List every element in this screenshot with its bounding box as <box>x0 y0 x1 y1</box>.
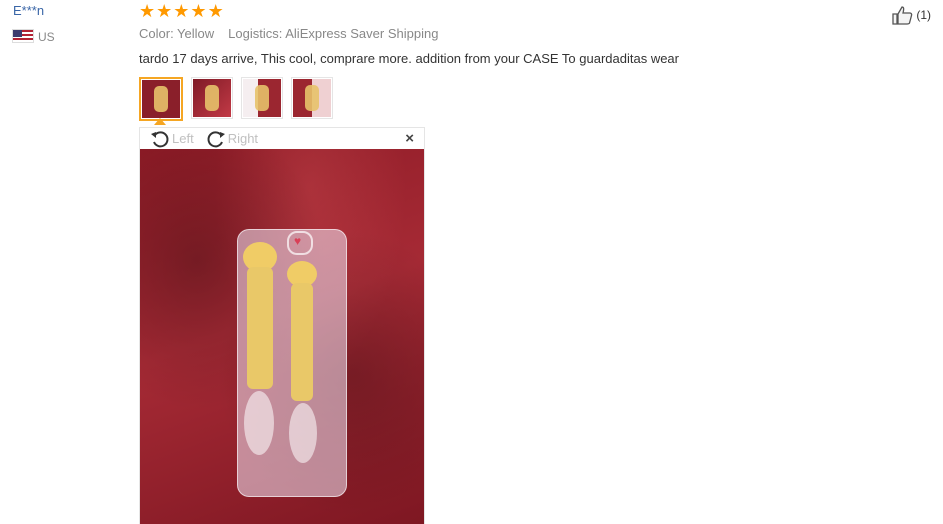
star-rating: ★ ★ ★ ★ ★ <box>139 1 224 21</box>
thumbnail-image <box>193 79 231 117</box>
review-thumbnail[interactable] <box>191 77 233 119</box>
image-viewer: Left Right × <box>139 127 425 524</box>
review-thumbnail[interactable] <box>241 77 283 119</box>
rotate-left-label: Left <box>172 131 194 146</box>
review-thumbnail[interactable] <box>291 77 333 119</box>
spoon-handle-left <box>247 267 273 389</box>
logistics-attribute: Logistics: AliExpress Saver Shipping <box>228 26 439 41</box>
viewer-toolbar: Left Right × <box>140 128 424 149</box>
heart-tab <box>287 231 313 255</box>
us-flag-icon <box>13 30 33 42</box>
spoon-bowl-left <box>244 391 274 455</box>
rotate-left-icon <box>151 130 169 147</box>
color-attribute: Color: Yellow <box>139 26 215 41</box>
thumbs-up-icon <box>892 6 913 25</box>
rotate-right-button[interactable]: Right <box>206 129 258 149</box>
helpful-count: (1) <box>916 8 931 22</box>
review-text: tardo 17 days arrive, This cool, comprar… <box>139 51 679 66</box>
star-icon: ★ <box>190 1 207 21</box>
thumbnail-image <box>243 79 281 117</box>
reviewer-country: US <box>38 30 55 44</box>
star-icon: ★ <box>173 1 190 21</box>
star-icon: ★ <box>207 1 224 21</box>
thumbnail-image <box>142 80 180 118</box>
star-icon: ★ <box>156 1 173 21</box>
rotate-right-label: Right <box>227 131 259 146</box>
review-thumbnails <box>139 77 333 121</box>
thumbnail-image <box>293 79 331 117</box>
order-attributes: Color: Yellow Logistics: AliExpress Save… <box>139 26 438 41</box>
review-photo <box>140 149 424 524</box>
helpful-button[interactable]: (1) <box>891 5 931 25</box>
spoon-handle-right <box>291 283 313 401</box>
close-icon[interactable]: × <box>405 130 414 147</box>
review-thumbnail[interactable] <box>139 77 183 121</box>
spoon-bowl-right <box>289 403 317 463</box>
selected-thumbnail-caret <box>154 118 166 125</box>
star-icon: ★ <box>139 1 156 21</box>
rotate-left-button[interactable]: Left <box>150 129 194 149</box>
rotate-right-icon <box>207 130 225 147</box>
reviewer-name: E***n <box>13 3 45 18</box>
